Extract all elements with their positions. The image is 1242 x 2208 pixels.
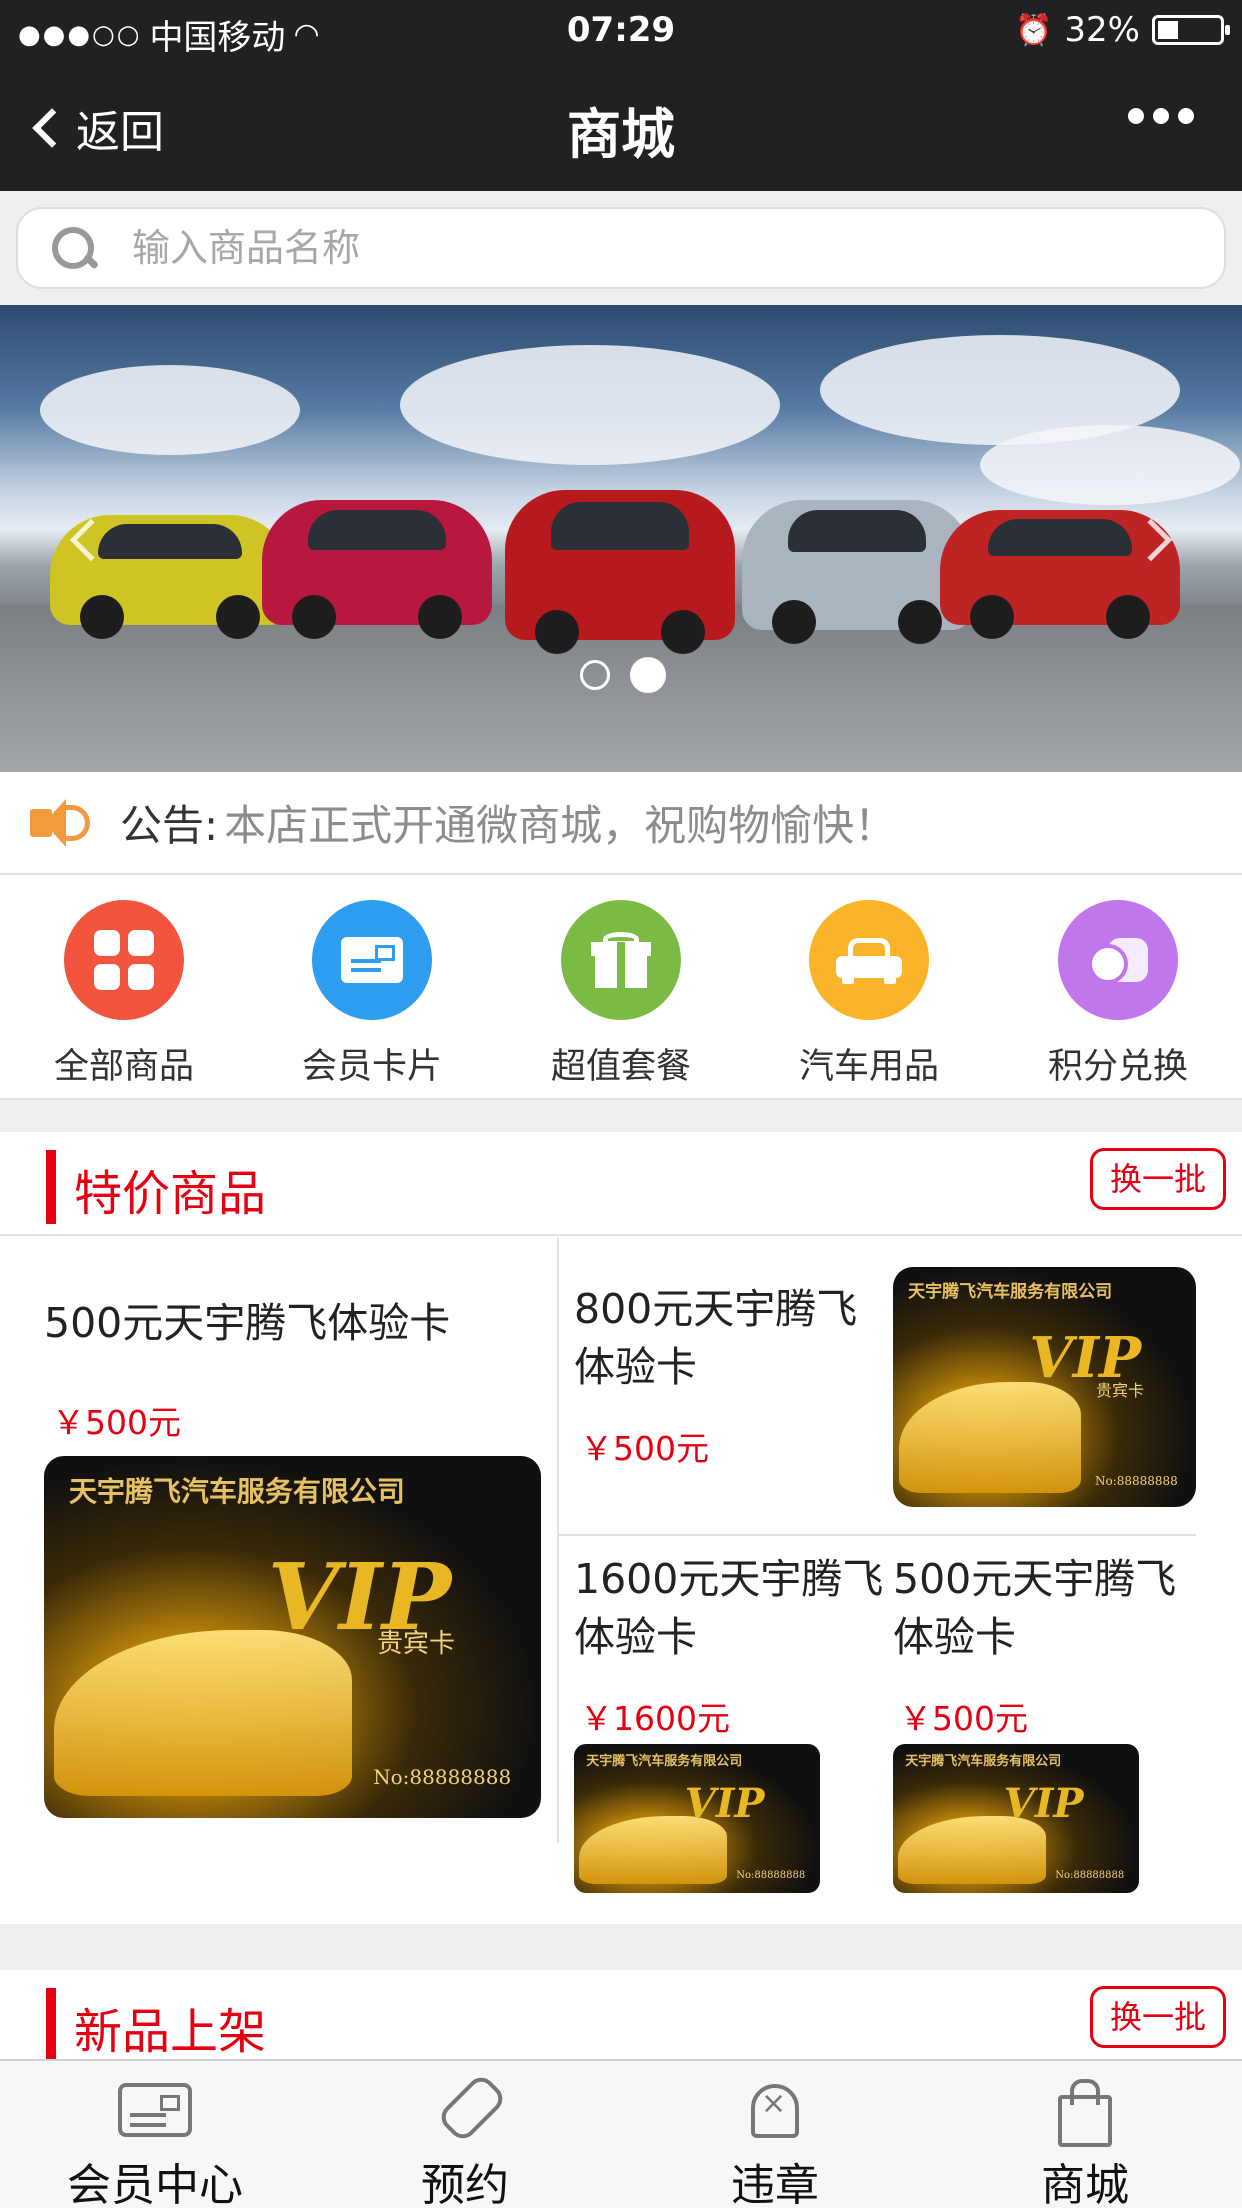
product-divider-vertical <box>557 1238 559 1843</box>
product-image: 天宇腾飞汽车服务有限公司 VIP No:88888888 <box>574 1744 820 1893</box>
tab-appointment[interactable]: 预约 <box>310 2075 620 2208</box>
category-value-packages[interactable]: 超值套餐 <box>521 900 721 1089</box>
banner-car-pink <box>262 500 492 639</box>
product-title: 1600元天宇腾飞体验卡 <box>574 1555 884 1661</box>
card-icon <box>312 900 432 1020</box>
product-image: 天宇腾飞汽车服务有限公司 VIP 贵宾卡 No:88888888 <box>44 1456 541 1818</box>
car-icon <box>809 900 929 1020</box>
section-marker <box>46 1150 56 1224</box>
category-label: 汽车用品 <box>798 1047 939 1087</box>
tab-label: 商城 <box>1041 2160 1129 2208</box>
product-title: 500元天宇腾飞体验卡 <box>893 1555 1177 1661</box>
section-marker <box>46 1988 56 2062</box>
search-area <box>0 191 1242 305</box>
coins-icon <box>1058 900 1178 1020</box>
product-image: 天宇腾飞汽车服务有限公司 VIP No:88888888 <box>893 1744 1139 1893</box>
tab-label: 违章 <box>731 2160 819 2208</box>
page-title: 商城 <box>567 103 675 166</box>
status-right: ⏰ 32% <box>1015 10 1230 50</box>
category-label: 超值套餐 <box>550 1047 691 1087</box>
product-price: ￥500元 <box>52 1403 181 1442</box>
member-card-icon <box>118 2083 192 2137</box>
violation-bell-icon <box>747 2078 803 2142</box>
category-member-cards[interactable]: 会员卡片 <box>272 900 472 1089</box>
top-bar: ●●●○○ 中国移动 ◠ 07:29 ⏰ 32% 返回 商城 <box>0 0 1242 191</box>
product-price: ￥1600元 <box>580 1699 730 1738</box>
navigation-bar: 返回 商城 <box>0 62 1242 191</box>
alarm-icon: ⏰ <box>1015 12 1053 48</box>
battery-icon <box>1152 15 1230 45</box>
phone-icon <box>434 2079 496 2141</box>
search-icon <box>50 225 96 271</box>
new-arrivals-section: 新品上架 换一批 <box>0 1970 1242 2062</box>
specials-header: 特价商品 换一批 <box>0 1132 1242 1236</box>
status-bar: ●●●○○ 中国移动 ◠ 07:29 ⏰ 32% <box>0 0 1242 62</box>
product-image: 天宇腾飞汽车服务有限公司 VIP 贵宾卡 No:88888888 <box>893 1267 1196 1507</box>
banner-pagination[interactable] <box>580 657 666 693</box>
new-arrivals-refresh-button[interactable]: 换一批 <box>1090 1986 1226 2048</box>
product-price: ￥500元 <box>899 1699 1028 1738</box>
category-label: 积分兑换 <box>1047 1047 1188 1087</box>
banner-dot-1[interactable] <box>580 660 610 690</box>
battery-percent: 32% <box>1064 10 1140 50</box>
tab-member-center[interactable]: 会员中心 <box>0 2075 310 2208</box>
search-input[interactable] <box>132 226 1032 270</box>
category-car-supplies[interactable]: 汽车用品 <box>769 900 969 1089</box>
category-menu: 全部商品 会员卡片 超值套餐 汽车用品 积分兑换 <box>0 875 1242 1100</box>
specials-title: 特价商品 <box>74 1166 267 1222</box>
bottom-tab-bar: 会员中心 预约 违章 商城 <box>0 2059 1242 2208</box>
notice-label: 公告: <box>120 801 219 850</box>
search-box[interactable] <box>16 207 1226 289</box>
banner-dot-2[interactable] <box>630 657 666 693</box>
banner-carousel[interactable] <box>0 305 1242 772</box>
product-title: 800元天宇腾飞体验卡 <box>574 1285 858 1391</box>
banner-car-red <box>505 490 735 654</box>
new-arrivals-title: 新品上架 <box>74 2004 267 2060</box>
tab-label: 会员中心 <box>67 2160 243 2208</box>
notice-text: 本店正式开通微商城，祝购物愉快！ <box>224 801 897 850</box>
tab-violations[interactable]: 违章 <box>620 2075 930 2208</box>
category-all-products[interactable]: 全部商品 <box>24 900 224 1089</box>
product-divider-horizontal <box>559 1534 1196 1536</box>
product-price: ￥500元 <box>580 1429 709 1468</box>
category-points-exchange[interactable]: 积分兑换 <box>1018 900 1218 1089</box>
notice-bar[interactable]: 公告: 本店正式开通微商城，祝购物愉快！ <box>0 772 1242 875</box>
specials-refresh-button[interactable]: 换一批 <box>1090 1148 1226 1210</box>
product-title: 500元天宇腾飞体验卡 <box>44 1299 451 1347</box>
more-icon[interactable] <box>1128 108 1194 124</box>
tab-label: 预约 <box>421 2160 509 2208</box>
shopping-bag-icon <box>1054 2077 1116 2147</box>
category-label: 会员卡片 <box>301 1047 442 1087</box>
banner-car-silver <box>742 500 972 644</box>
tab-mall[interactable]: 商城 <box>930 2075 1240 2208</box>
gift-icon <box>561 900 681 1020</box>
speaker-icon <box>30 793 90 853</box>
grid-icon <box>64 900 184 1020</box>
category-label: 全部商品 <box>53 1047 194 1087</box>
